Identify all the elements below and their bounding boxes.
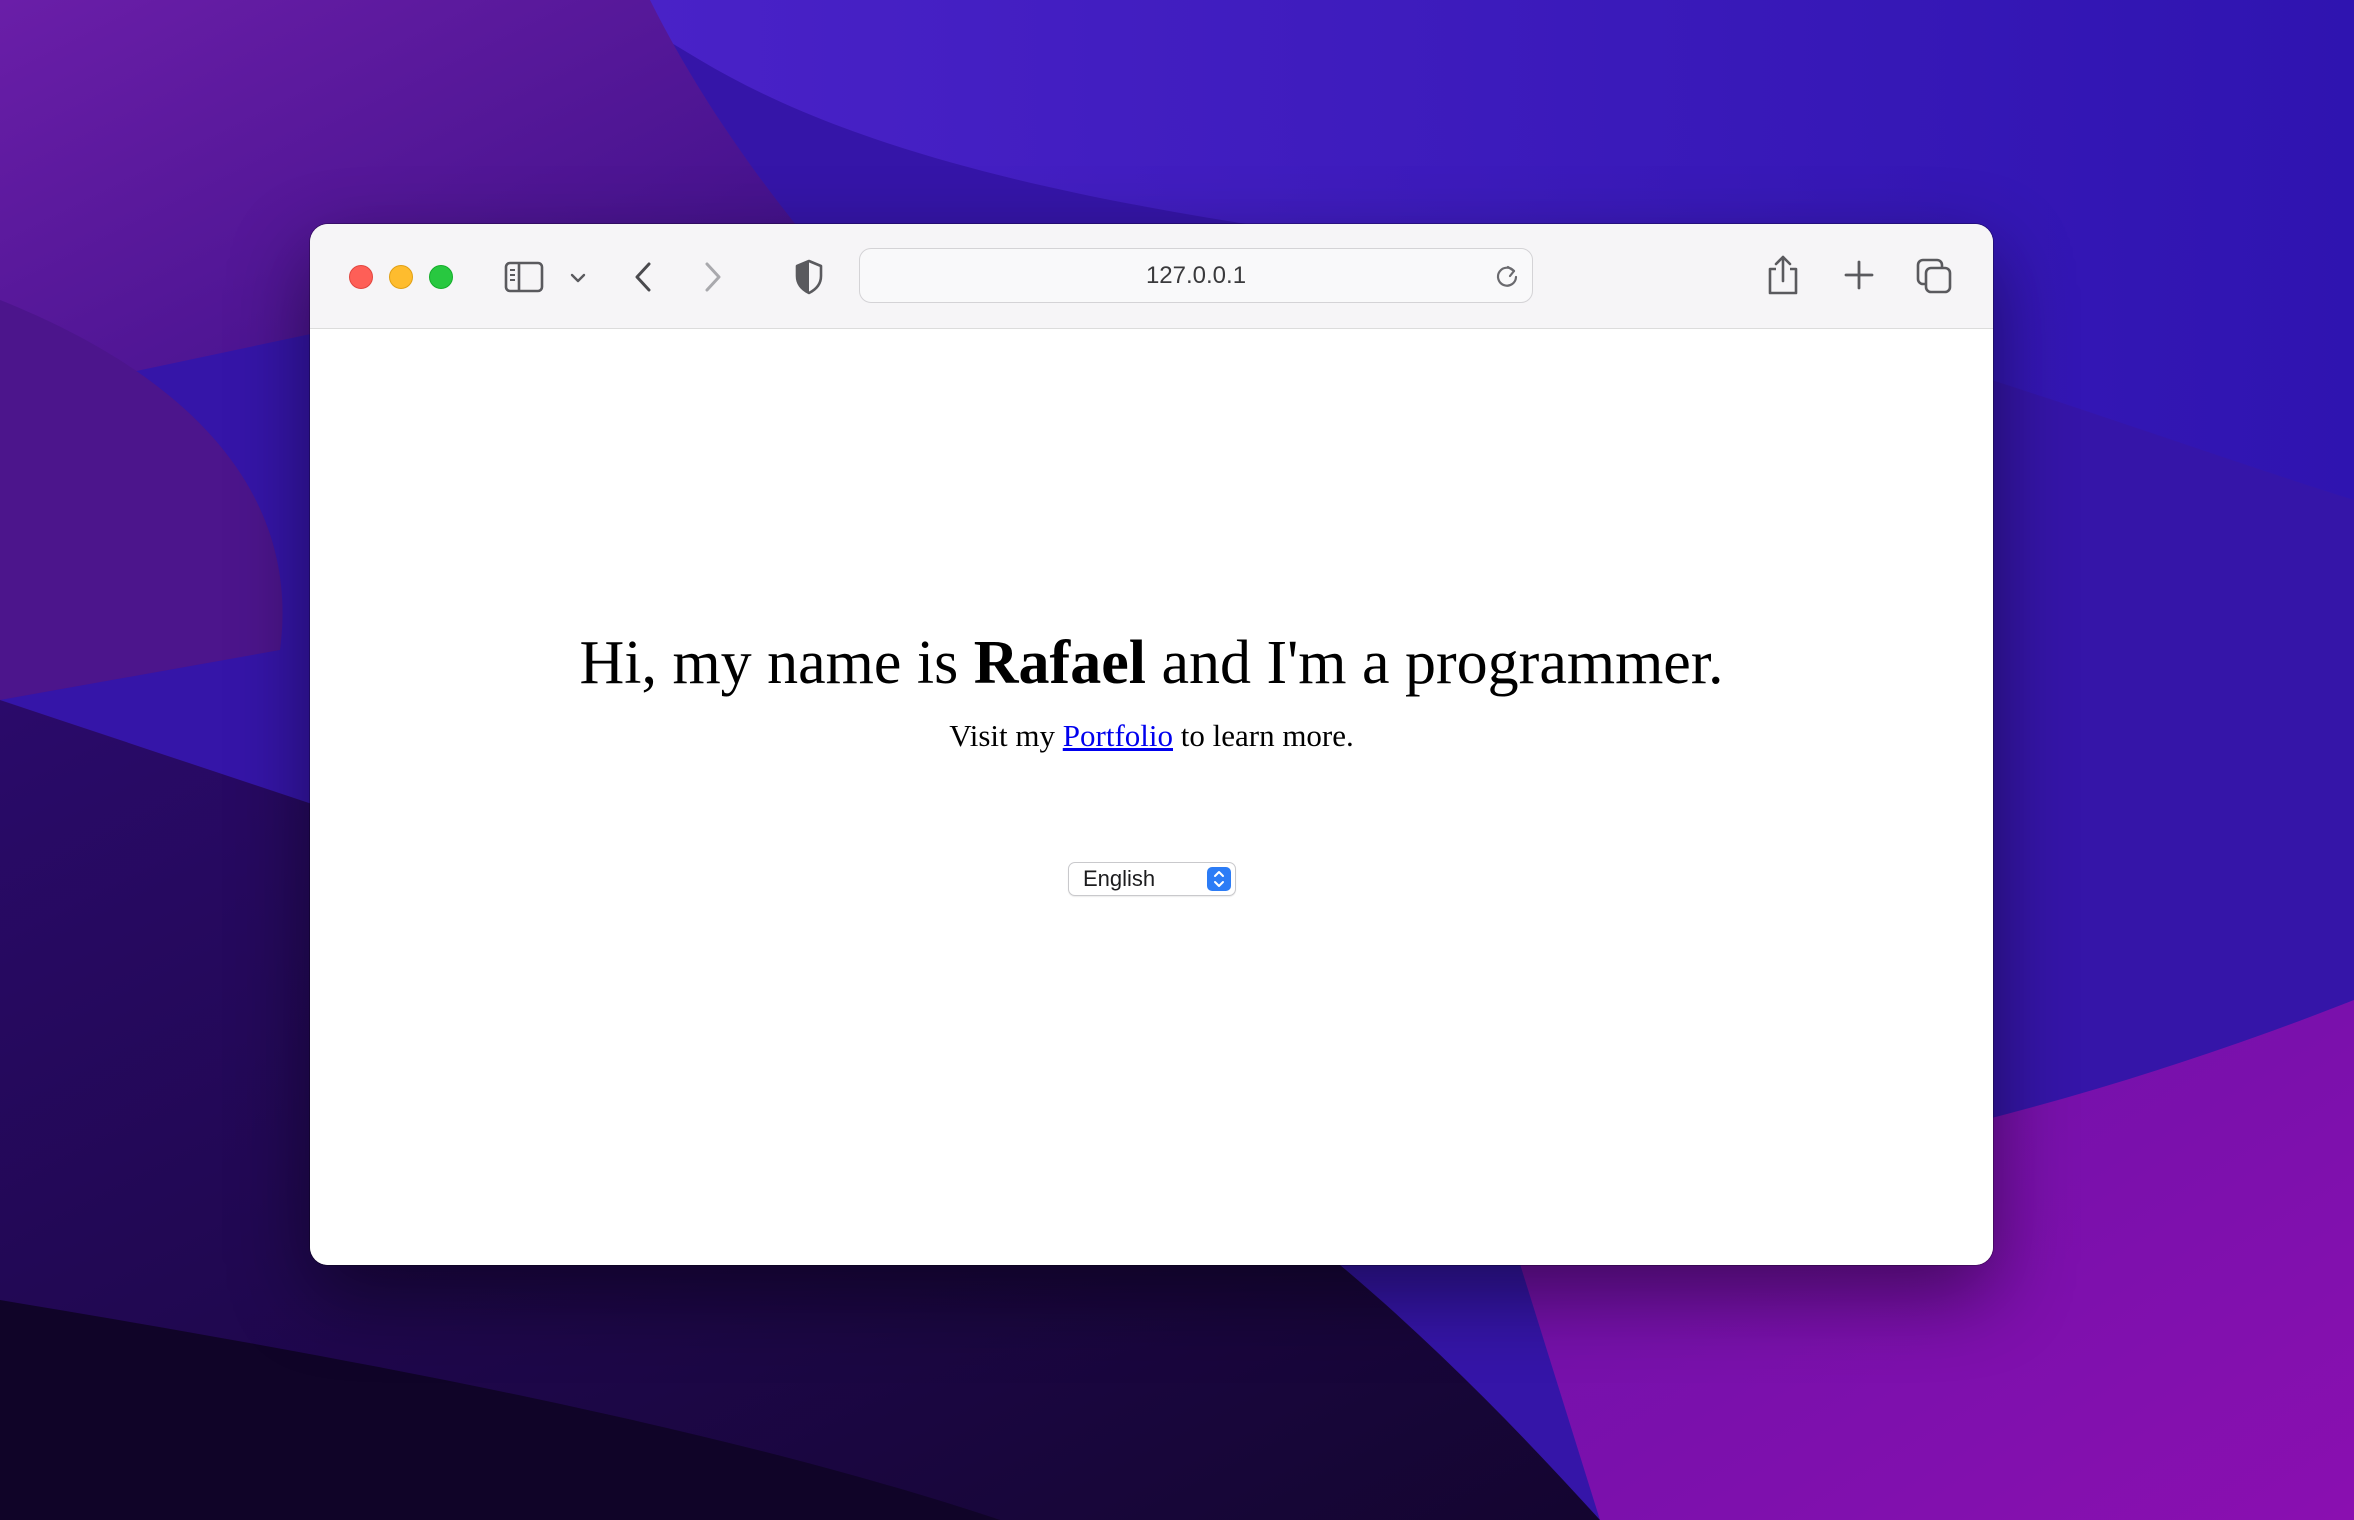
subline-prefix: Visit my (949, 718, 1063, 753)
subline-suffix: to learn more. (1173, 718, 1354, 753)
plus-icon[interactable] (1841, 257, 1877, 293)
language-select-value[interactable]: English (1083, 863, 1155, 895)
minimize-window-button[interactable] (389, 265, 413, 289)
headline-name: Rafael (973, 629, 1146, 697)
address-bar[interactable]: 127.0.0.1 (859, 248, 1533, 303)
browser-toolbar: 127.0.0.1 (310, 224, 1993, 329)
language-select[interactable]: English (1068, 862, 1236, 896)
chevron-down-icon[interactable] (564, 264, 592, 292)
reload-icon[interactable] (1492, 261, 1522, 291)
address-text[interactable]: 127.0.0.1 (860, 249, 1532, 302)
share-icon[interactable] (1765, 252, 1801, 298)
headline-suffix: and I'm a programmer. (1145, 629, 1724, 697)
page-subline: Visit my Portfolio to learn more. (310, 718, 1993, 754)
browser-window: 127.0.0.1 Hi, my name is Rafael and I'm … (310, 224, 1993, 1265)
sidebar-icon[interactable] (504, 260, 544, 294)
shield-icon[interactable] (792, 258, 826, 296)
chevron-left-icon[interactable] (628, 258, 658, 296)
select-arrows-icon[interactable] (1207, 867, 1231, 891)
portfolio-link[interactable]: Portfolio (1063, 718, 1173, 753)
web-page: Hi, my name is Rafael and I'm a programm… (310, 329, 1993, 1265)
chevron-right-icon[interactable] (698, 258, 728, 296)
page-headline: Hi, my name is Rafael and I'm a programm… (310, 626, 1993, 700)
headline-prefix: Hi, my name is (579, 629, 974, 697)
zoom-window-button[interactable] (429, 265, 453, 289)
close-window-button[interactable] (349, 265, 373, 289)
tabs-icon[interactable] (1915, 257, 1953, 295)
